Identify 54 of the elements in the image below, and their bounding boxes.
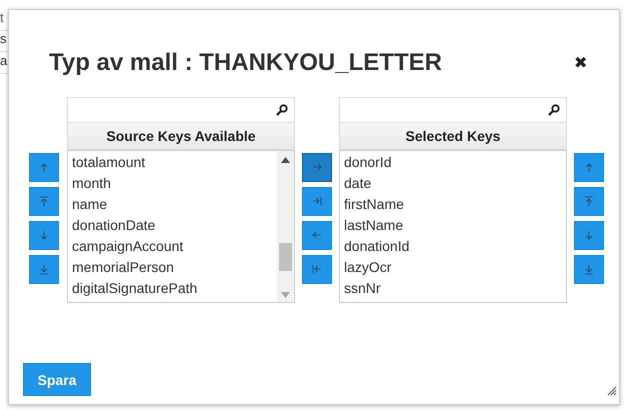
move-button[interactable] xyxy=(574,153,604,182)
arrow-left-icon xyxy=(312,230,322,241)
list-item[interactable]: donationDate xyxy=(72,216,277,237)
arrow-up-icon xyxy=(39,162,49,173)
move-button[interactable] xyxy=(29,255,59,284)
table-cell: a xyxy=(0,53,8,68)
arrow-to-bottom-icon xyxy=(584,264,594,275)
list-item[interactable]: memorialPerson xyxy=(72,258,277,279)
move-button[interactable] xyxy=(29,153,59,182)
list-item[interactable]: date xyxy=(344,174,566,195)
list-item[interactable]: ssnNr xyxy=(344,279,566,300)
arrow-right-icon xyxy=(312,162,322,173)
move-button[interactable] xyxy=(302,221,332,250)
move-button[interactable] xyxy=(29,187,59,216)
scrollbar[interactable] xyxy=(277,151,294,302)
search-icon xyxy=(276,104,288,116)
list-item[interactable]: lastName xyxy=(344,216,566,237)
scroll-up-icon[interactable] xyxy=(281,157,290,163)
arrow-to-top-icon xyxy=(584,196,594,207)
search-field[interactable] xyxy=(67,97,295,123)
move-button[interactable] xyxy=(574,255,604,284)
table-cell: s xyxy=(0,31,6,46)
arrow-to-bottom-icon xyxy=(39,264,49,275)
list-item[interactable]: totalamount xyxy=(72,153,277,174)
search-field[interactable] xyxy=(339,97,567,123)
list-item[interactable]: lazyOcr xyxy=(344,258,566,279)
dialog-title: Typ av mall : THANKYOU_LETTER xyxy=(49,49,442,77)
move-button[interactable] xyxy=(302,255,332,284)
table-cell: t xyxy=(0,10,4,25)
list-item[interactable]: firstName xyxy=(344,195,566,216)
search-icon xyxy=(548,104,560,116)
move-button[interactable] xyxy=(574,221,604,250)
arrow-to-top-icon xyxy=(39,196,49,207)
resize-grip-icon[interactable] xyxy=(607,386,617,396)
list-item[interactable]: name xyxy=(72,195,277,216)
list-item[interactable]: month xyxy=(72,174,277,195)
arrow-down-icon xyxy=(39,230,49,241)
arrow-to-start-icon xyxy=(312,264,322,275)
move-button[interactable] xyxy=(302,153,332,182)
list-item[interactable]: digitalSignaturePath xyxy=(72,279,277,300)
list-header: Selected Keys xyxy=(339,123,567,150)
arrow-to-end-icon xyxy=(312,196,322,207)
arrow-down-icon xyxy=(584,230,594,241)
list-header: Source Keys Available xyxy=(67,123,295,150)
list-item[interactable]: donationId xyxy=(344,237,566,258)
list-item[interactable]: campaignAccount xyxy=(72,237,277,258)
list-item[interactable]: donorId xyxy=(344,153,566,174)
scrollbar-thumb[interactable] xyxy=(279,243,292,271)
move-button[interactable] xyxy=(302,187,332,216)
arrow-up-icon xyxy=(584,162,594,173)
close-button[interactable]: ✖ xyxy=(574,53,587,73)
move-button[interactable] xyxy=(574,187,604,216)
move-button[interactable] xyxy=(29,221,59,250)
scroll-down-icon[interactable] xyxy=(281,292,290,298)
